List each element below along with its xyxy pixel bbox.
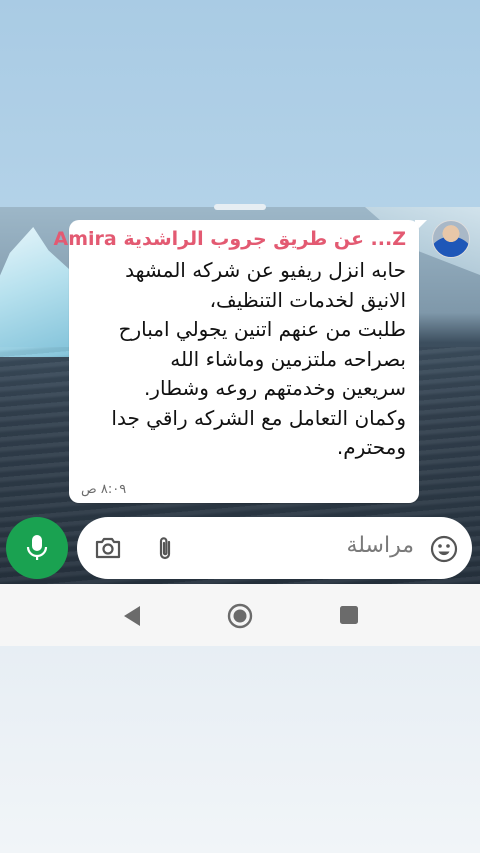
attach-icon[interactable] — [155, 535, 175, 563]
message-input[interactable]: مراسلة — [346, 533, 414, 558]
bottom-background — [0, 646, 480, 853]
camera-icon[interactable] — [94, 536, 122, 560]
home-icon[interactable] — [227, 603, 253, 629]
back-icon[interactable] — [122, 605, 142, 627]
drag-handle[interactable] — [214, 204, 266, 210]
voice-record-button[interactable] — [6, 517, 68, 579]
message-text: حابه انزل ريفيو عن شركه المشهد الانيق لخ… — [111, 258, 406, 459]
emoji-icon[interactable] — [429, 534, 459, 564]
system-navigation-bar — [0, 584, 480, 646]
message-bubble[interactable]: Z... عن طريق جروب الراشدية Amira حابه ان… — [54, 220, 419, 503]
message-time: ٨:٠٩ ص — [81, 482, 127, 497]
mic-icon — [26, 535, 48, 560]
top-background — [0, 0, 480, 207]
sender-name[interactable]: Z... عن طريق جروب الراشدية Amira — [54, 228, 407, 250]
recents-icon[interactable] — [339, 605, 359, 625]
message-composer[interactable]: مراسلة — [77, 517, 472, 579]
sender-avatar[interactable] — [432, 220, 470, 258]
